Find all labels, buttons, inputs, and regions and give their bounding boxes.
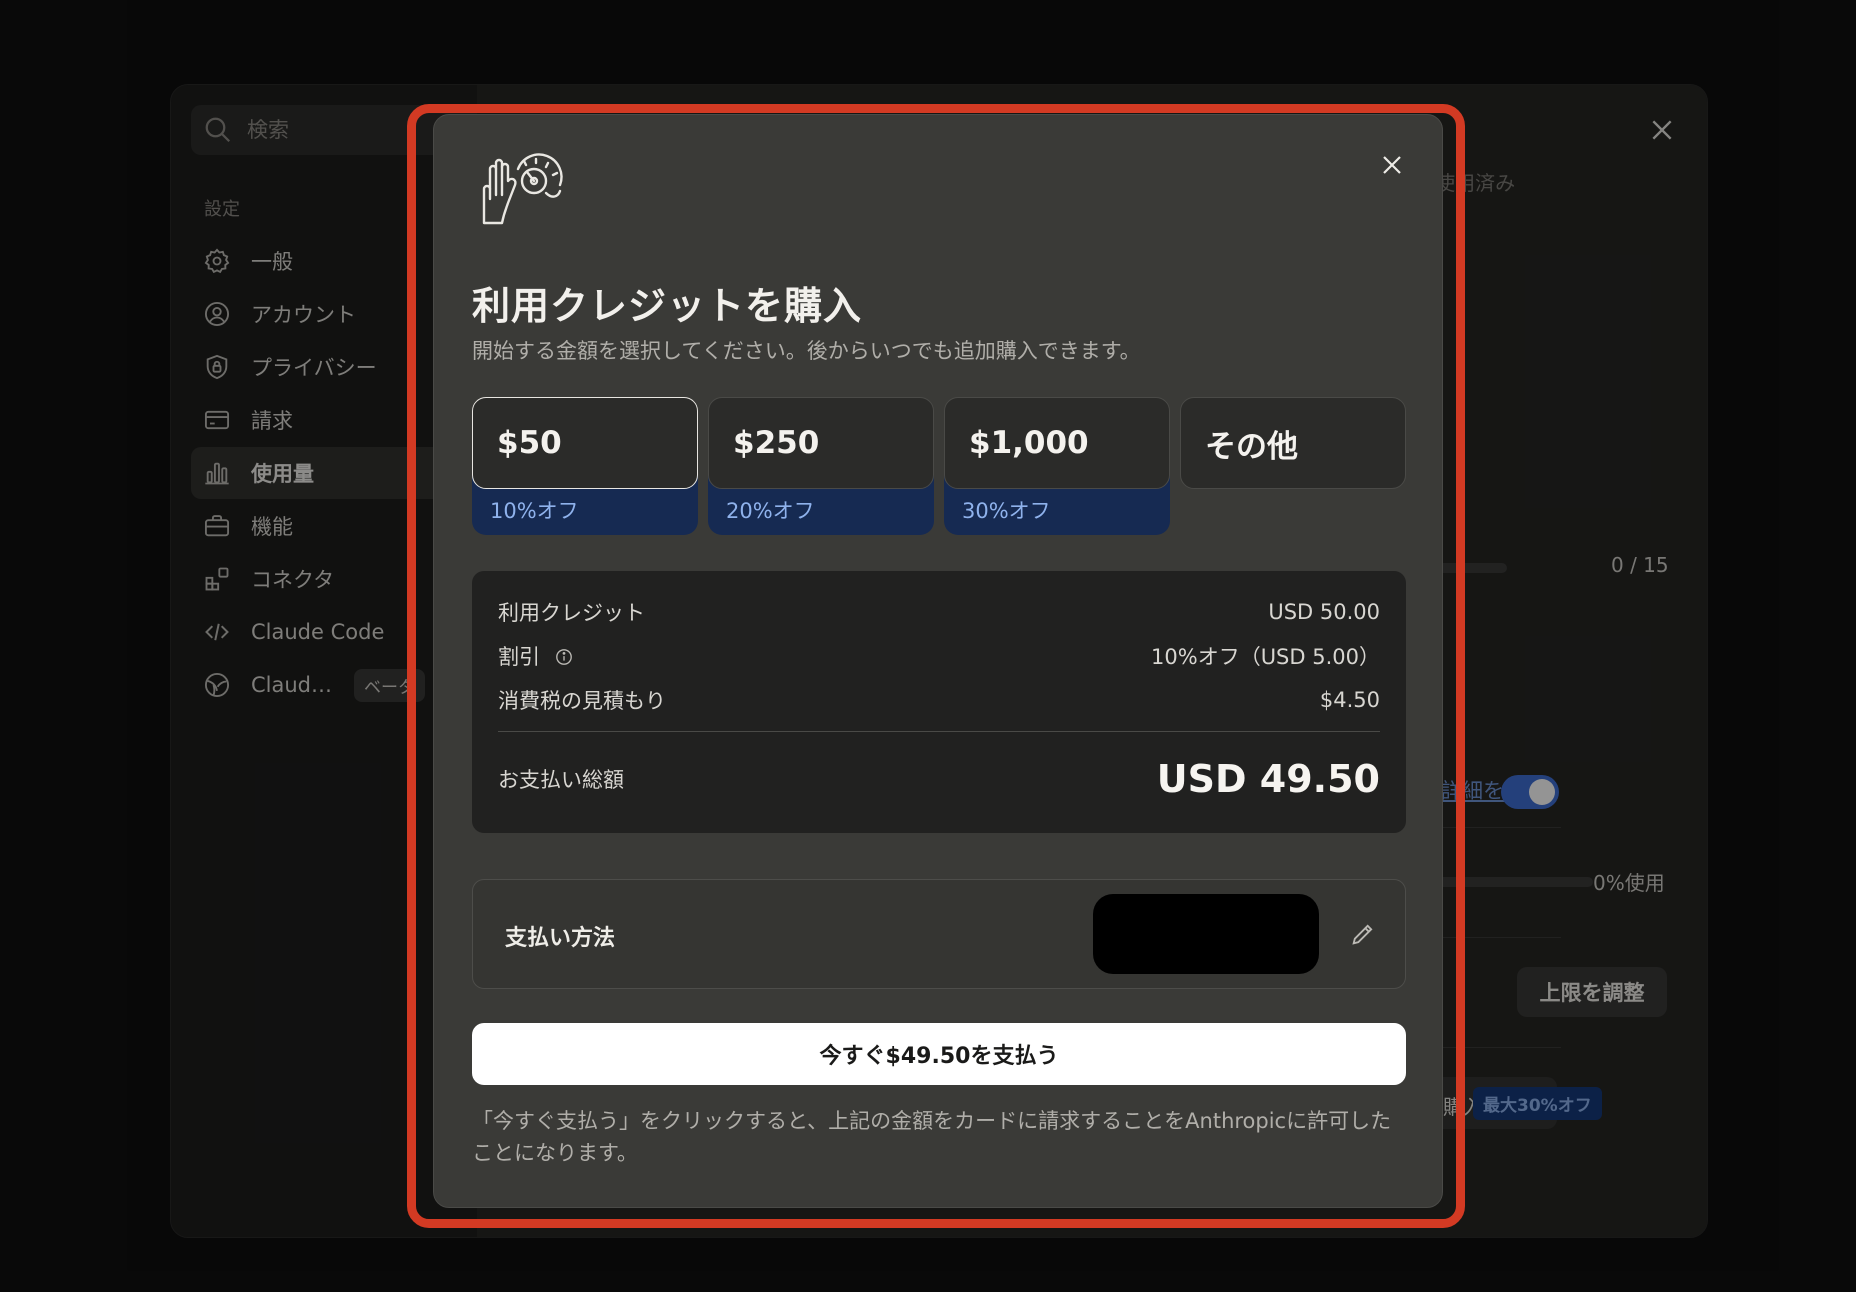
summary-label: 割引 [498, 645, 540, 669]
amount-box[interactable]: $50 [472, 397, 698, 489]
summary-label: 消費税の見積もり [498, 689, 666, 713]
summary-value: 10%オフ（USD 5.00） [1151, 645, 1380, 669]
hand-dial-illustration-icon [482, 153, 563, 225]
total-value: USD 49.50 [1156, 757, 1380, 801]
amount-option-250[interactable]: $250 20%オフ [708, 397, 934, 535]
payment-method-row: 支払い方法 [472, 879, 1406, 989]
buy-credits-dialog: 利用クレジットを購入 開始する金額を選択してください。後からいつでも追加購入でき… [433, 114, 1443, 1208]
dialog-subtitle: 開始する金額を選択してください。後からいつでも追加購入できます。 [472, 339, 1141, 363]
amount-value: $1,000 [969, 425, 1089, 461]
amount-box[interactable]: $1,000 [944, 397, 1170, 489]
summary-value: USD 50.00 [1268, 600, 1380, 624]
summary-row-discount: 割引 10%オフ（USD 5.00） [498, 641, 1380, 671]
amount-option-50[interactable]: $50 10%オフ [472, 397, 698, 535]
payment-method-label: 支払い方法 [505, 926, 616, 951]
summary-divider [498, 731, 1380, 732]
pencil-edit-icon[interactable] [1349, 920, 1377, 948]
summary-row-tax: 消費税の見積もり $4.50 [498, 685, 1380, 715]
order-summary: 利用クレジット USD 50.00 割引 10%オフ（USD 5.00） 消費税… [472, 571, 1406, 833]
amount-options: $50 10%オフ $250 20%オフ $1,000 30%オフ その他 [472, 397, 1406, 537]
amount-value: $50 [497, 425, 562, 461]
summary-value: $4.50 [1319, 688, 1380, 712]
amount-box[interactable]: その他 [1180, 397, 1406, 489]
legal-notice: 「今すぐ支払う」をクリックすると、上記の金額をカードに請求することをAnthro… [472, 1109, 1392, 1165]
amount-box[interactable]: $250 [708, 397, 934, 489]
amount-option-other[interactable]: その他 [1180, 397, 1406, 489]
amount-value: その他 [1205, 428, 1298, 465]
summary-row-credits: 利用クレジット USD 50.00 [498, 597, 1380, 627]
summary-row-total: お支払い総額 USD 49.50 [498, 757, 1380, 801]
summary-label: 利用クレジット [498, 601, 645, 625]
dialog-title: 利用クレジットを購入 [472, 284, 863, 328]
amount-value: $250 [733, 425, 820, 461]
pay-now-button[interactable]: 今すぐ$49.50を支払う [472, 1023, 1406, 1085]
redacted-card-info [1093, 894, 1319, 974]
amount-option-1000[interactable]: $1,000 30%オフ [944, 397, 1170, 535]
close-icon[interactable] [1380, 153, 1404, 177]
info-icon[interactable] [555, 648, 573, 666]
total-label: お支払い総額 [498, 768, 624, 792]
